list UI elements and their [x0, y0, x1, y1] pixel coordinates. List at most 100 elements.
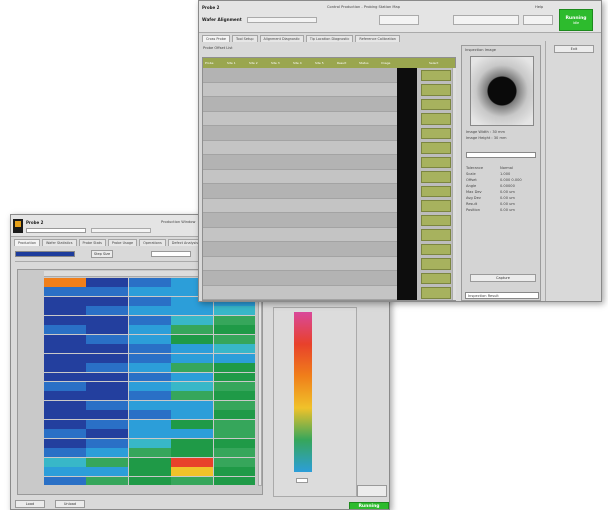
column-header[interactable]: Site 4	[293, 61, 302, 65]
stats-list: Tolerance Normal Scale 1.000 Offset 0.000 0.0…	[466, 166, 540, 216]
image-column-bar	[397, 68, 417, 300]
tab-tip-location-diagnostic[interactable]: Tip Location Diagnostic	[305, 35, 354, 42]
heatmap-cell	[44, 429, 86, 439]
heatmap-cell	[171, 363, 214, 373]
table-row[interactable]	[203, 285, 397, 300]
column-header[interactable]: Probe	[205, 61, 214, 65]
heatmap-cell	[128, 363, 171, 373]
tab-operations[interactable]: Operations	[139, 239, 166, 246]
select-cell[interactable]	[421, 69, 451, 81]
tab-cross-probe[interactable]: Cross Probe	[202, 35, 230, 42]
column-header[interactable]: Site 2	[249, 61, 258, 65]
heatmap-cell	[128, 391, 171, 401]
table-row[interactable]	[203, 169, 397, 184]
select-cell[interactable]	[421, 229, 451, 241]
heatmap-cell	[44, 476, 86, 486]
table-row[interactable]	[203, 271, 397, 286]
tab-probe-stats[interactable]: Probe Stats	[78, 239, 106, 246]
select-cell[interactable]	[421, 243, 451, 255]
tab-bar: Cross Probe Tool Setup Alignment Diagnos…	[202, 35, 400, 42]
tab-wafer-statistics[interactable]: Wafer Statistics	[42, 239, 77, 246]
table-row[interactable]	[203, 126, 397, 141]
table-row[interactable]	[203, 184, 397, 199]
step-size-button[interactable]: Step Size	[91, 250, 113, 258]
heatmap-cell	[128, 429, 171, 439]
inspection-result-field: Inspection Result	[465, 292, 539, 299]
select-cell[interactable]	[421, 287, 451, 299]
tab-alignment-diagnostic[interactable]: Alignment Diagnostic	[259, 35, 304, 42]
tab-defect-analysis[interactable]: Defect Analysis	[167, 239, 202, 246]
heatmap-cell	[171, 438, 214, 448]
select-cell[interactable]	[421, 185, 451, 197]
tab-production[interactable]: Production	[14, 239, 41, 246]
heatmap-cell	[44, 306, 86, 316]
heatmap-cell	[213, 457, 256, 467]
heatmap-scrollbar[interactable]	[258, 278, 262, 486]
select-cell[interactable]	[421, 127, 451, 139]
column-header[interactable]: Image	[381, 61, 390, 65]
column-header[interactable]: Result	[337, 61, 346, 65]
heatmap-cell	[213, 306, 256, 316]
table-scrollbar[interactable]	[452, 68, 456, 300]
side-action-button[interactable]	[357, 485, 387, 497]
column-header[interactable]: Status	[359, 61, 369, 65]
table-row[interactable]	[203, 198, 397, 213]
select-column	[421, 68, 451, 300]
heatmap-cell	[128, 306, 171, 316]
stat-label: Scale	[466, 172, 476, 176]
select-cell[interactable]	[421, 258, 451, 270]
heatmap-cell	[86, 419, 129, 429]
select-cell[interactable]	[421, 98, 451, 110]
heatmap-cell	[213, 334, 256, 344]
inspection-result-label: Inspection Result	[468, 294, 499, 298]
capture-button[interactable]: Capture	[470, 274, 536, 282]
tab-probe-usage[interactable]: Probe Usage	[107, 239, 138, 246]
help-link[interactable]: Help	[535, 5, 543, 9]
exit-button[interactable]: Exit	[554, 45, 594, 53]
heatmap-cell	[86, 344, 129, 354]
table-row[interactable]	[203, 140, 397, 155]
tab-tool-setup[interactable]: Tool Setup	[232, 35, 258, 42]
select-cell[interactable]	[421, 113, 451, 125]
status-button[interactable]: Running Idle	[559, 9, 593, 31]
table-row[interactable]	[203, 82, 397, 97]
table-row[interactable]	[203, 242, 397, 257]
select-cell[interactable]	[421, 272, 451, 284]
select-cell[interactable]	[421, 142, 451, 154]
select-cell[interactable]	[421, 171, 451, 183]
heatmap-cell	[86, 363, 129, 373]
select-cell[interactable]	[421, 200, 451, 212]
select-cell[interactable]	[421, 84, 451, 96]
tab-reference-calibration[interactable]: Reference Calibration	[355, 35, 400, 42]
table-row[interactable]	[203, 111, 397, 126]
position-field	[453, 15, 519, 25]
status-button[interactable]: Running	[349, 502, 389, 509]
select-cell[interactable]	[421, 214, 451, 226]
heatmap-cell	[86, 448, 129, 458]
heatmap-cell	[44, 448, 86, 458]
heatmap-cell	[86, 278, 129, 287]
heatmap-cell	[44, 467, 86, 477]
table-row[interactable]	[203, 227, 397, 242]
heatmap-cell	[171, 410, 214, 420]
table-row[interactable]	[203, 155, 397, 170]
step-size-field[interactable]	[151, 251, 191, 257]
column-header[interactable]: Site 3	[271, 61, 280, 65]
image-width-label: Image Width : 30 mm	[466, 130, 506, 134]
heatmap-cell	[44, 325, 86, 335]
stat-value: 0.00 um	[500, 202, 515, 206]
table-row[interactable]	[203, 256, 397, 271]
tolerance-field[interactable]	[466, 152, 536, 158]
table-row[interactable]	[203, 68, 397, 83]
heatmap-cell	[128, 334, 171, 344]
column-header[interactable]: Select	[429, 61, 438, 65]
column-header[interactable]: Site 5	[315, 61, 324, 65]
unload-button[interactable]: Unload	[55, 500, 85, 508]
load-button[interactable]: Load	[15, 500, 45, 508]
tab-bar: Production Wafer Statistics Probe Stats …	[14, 239, 202, 246]
select-cell[interactable]	[421, 156, 451, 168]
heatmap-cell	[128, 400, 171, 410]
table-row[interactable]	[203, 97, 397, 112]
table-row[interactable]	[203, 213, 397, 228]
column-header[interactable]: Site 1	[227, 61, 236, 65]
